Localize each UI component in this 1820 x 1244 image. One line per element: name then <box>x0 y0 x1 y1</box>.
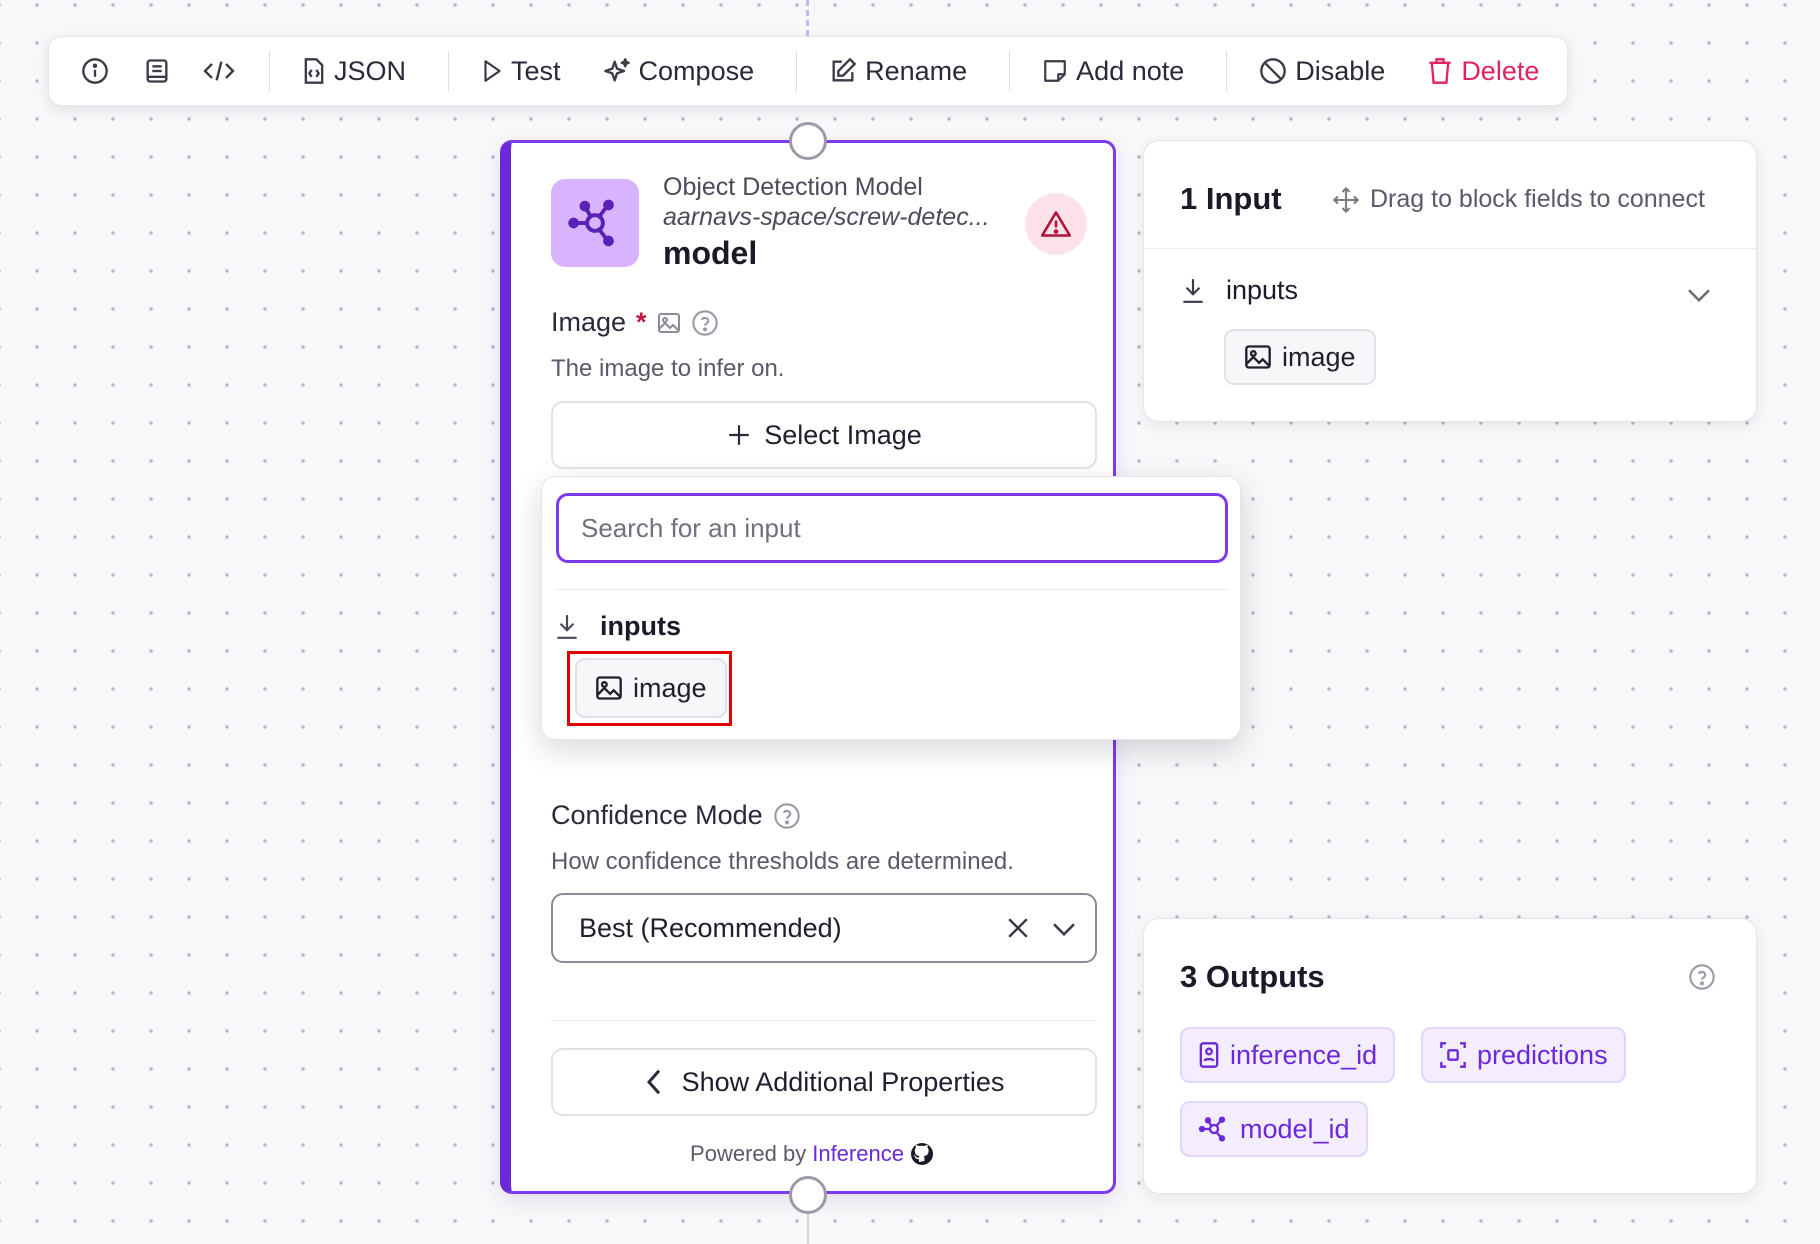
rename-button-label: Rename <box>865 55 968 86</box>
output-label: inference_id <box>1230 1039 1378 1070</box>
outgoing-connector-line <box>807 1210 809 1244</box>
ban-icon <box>1259 57 1287 85</box>
toolbar-separator <box>448 51 450 91</box>
node-toolbar: JSON Test Compose Rename Add note Disabl… <box>48 36 1568 106</box>
block-type-label: Object Detection Model <box>663 173 923 201</box>
output-predictions[interactable]: predictions <box>1421 1027 1626 1083</box>
add-note-button-label: Add note <box>1076 55 1185 86</box>
model-block-icon <box>551 179 639 267</box>
help-icon[interactable] <box>1688 963 1716 991</box>
image-field-label: Image * <box>551 307 719 338</box>
rename-button[interactable]: Rename <box>829 56 967 87</box>
json-button[interactable]: JSON <box>302 56 406 87</box>
chevron-left-icon <box>644 1067 664 1097</box>
select-image-button[interactable]: Select Image <box>551 401 1097 469</box>
compose-button[interactable]: Compose <box>603 55 755 87</box>
panel-inputs-group-label: inputs <box>1226 275 1299 305</box>
toolbar-separator <box>796 51 798 91</box>
chevron-down-icon[interactable] <box>1049 913 1079 943</box>
image-field-description: The image to infer on. <box>551 355 785 382</box>
help-icon[interactable] <box>691 309 719 337</box>
warning-triangle-icon <box>1041 210 1071 238</box>
model-network-icon <box>1198 1115 1230 1143</box>
trash-icon <box>1427 57 1453 85</box>
confidence-mode-label: Confidence Mode <box>551 800 801 831</box>
select-image-label: Select Image <box>764 419 922 450</box>
image-type-icon <box>657 312 681 334</box>
id-badge-icon <box>1198 1041 1220 1069</box>
confidence-mode-select[interactable]: Best (Recommended) <box>551 893 1097 963</box>
disable-button-label: Disable <box>1295 55 1386 86</box>
panel-input-label: image <box>1282 341 1356 372</box>
model-id-label: aarnavs-space/screw-detec... <box>663 203 990 231</box>
clear-x-icon[interactable] <box>1003 913 1033 943</box>
panel-input-image-chip[interactable]: image <box>1224 329 1376 385</box>
panel-inputs-group-header[interactable]: inputs <box>1180 275 1298 306</box>
image-icon <box>1244 344 1272 370</box>
disable-button[interactable]: Disable <box>1259 56 1385 87</box>
json-file-icon <box>302 57 326 85</box>
toolbar-separator <box>269 51 270 91</box>
drag-hint-text: Drag to block fields to connect <box>1370 185 1705 213</box>
confidence-label-text: Confidence Mode <box>551 800 763 830</box>
powered-by: Powered by Inference <box>511 1141 1113 1167</box>
sparkle-icon <box>603 57 631 85</box>
download-arrow-icon <box>554 613 580 641</box>
play-icon <box>481 58 503 84</box>
panel-header-divider <box>1144 248 1756 249</box>
confidence-mode-description: How confidence thresholds are determined… <box>551 848 1014 875</box>
add-note-button[interactable]: Add note <box>1042 56 1184 87</box>
docs-book-icon[interactable] <box>135 49 179 93</box>
section-divider <box>551 1020 1097 1021</box>
inference-link[interactable]: Inference <box>812 1141 904 1167</box>
output-label: predictions <box>1477 1039 1608 1070</box>
download-arrow-icon <box>1180 277 1206 305</box>
toolbar-separator <box>1226 51 1228 91</box>
bounding-box-icon <box>1439 1041 1467 1069</box>
sticky-note-icon <box>1042 58 1068 84</box>
show-additional-properties-button[interactable]: Show Additional Properties <box>551 1048 1097 1116</box>
confidence-selected-value: Best (Recommended) <box>579 912 842 943</box>
outputs-panel: 3 Outputs inference_id predictions model… <box>1143 918 1757 1194</box>
edit-pencil-icon <box>829 57 857 85</box>
search-input[interactable] <box>556 493 1228 563</box>
warning-button[interactable] <box>1025 193 1087 255</box>
move-icon <box>1332 186 1360 214</box>
show-additional-label: Show Additional Properties <box>681 1066 1005 1097</box>
output-model-id[interactable]: model_id <box>1180 1101 1368 1157</box>
test-button-label: Test <box>511 55 561 86</box>
dropdown-divider <box>556 589 1228 590</box>
delete-button[interactable]: Delete <box>1427 56 1539 87</box>
github-icon[interactable] <box>910 1142 934 1166</box>
drag-hint: Drag to block fields to connect <box>1332 185 1705 214</box>
image-label-text: Image <box>551 307 627 337</box>
inputs-group-label: inputs <box>600 611 681 641</box>
delete-button-label: Delete <box>1461 55 1540 86</box>
info-icon[interactable] <box>73 49 117 93</box>
input-connection-handle[interactable] <box>789 122 827 160</box>
output-inference-id[interactable]: inference_id <box>1180 1027 1396 1083</box>
outputs-panel-title: 3 Outputs <box>1180 959 1325 994</box>
chevron-down-icon[interactable] <box>1684 279 1714 309</box>
incoming-connector-line <box>806 0 809 36</box>
json-button-label: JSON <box>334 55 407 86</box>
help-icon[interactable] <box>773 802 801 830</box>
block-name: model <box>663 235 758 271</box>
test-button[interactable]: Test <box>481 56 561 87</box>
input-picker-dropdown: inputs image <box>541 476 1241 740</box>
toolbar-separator <box>1009 51 1011 91</box>
plus-icon <box>726 422 752 448</box>
required-mark: * <box>636 307 647 337</box>
powered-by-text: Powered by <box>690 1141 807 1166</box>
inputs-group-header: inputs <box>554 611 681 642</box>
code-icon[interactable] <box>197 49 241 93</box>
output-connection-handle[interactable] <box>789 1176 827 1214</box>
inputs-panel-title: 1 Input <box>1180 181 1282 216</box>
compose-button-label: Compose <box>638 55 755 86</box>
selection-highlight-box <box>567 651 732 726</box>
output-label: model_id <box>1240 1113 1350 1144</box>
inputs-panel: 1 Input Drag to block fields to connect … <box>1143 140 1757 422</box>
